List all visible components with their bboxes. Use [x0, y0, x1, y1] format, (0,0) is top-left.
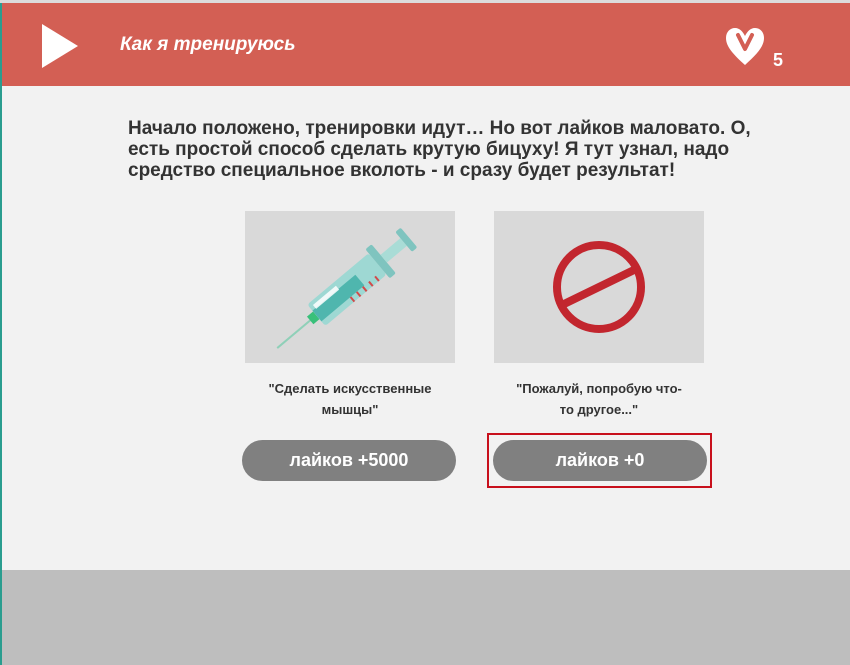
choice-card-right: "Пожалуй, попробую что-то другое...": [494, 211, 704, 420]
game-header: Как я тренируюсь 5: [2, 3, 850, 86]
heart-icon: [726, 28, 764, 65]
syringe-icon: [276, 228, 417, 349]
game-title: Как я тренируюсь: [120, 34, 296, 55]
prohibited-sign-image: [494, 211, 704, 363]
footer-bar: [2, 570, 850, 665]
prohibited-icon: [553, 241, 645, 333]
selection-highlight: [487, 433, 712, 488]
story-text: Начало положено, тренировки идут… Но вот…: [128, 118, 751, 181]
choice-card-left: "Сделать искусственные мышцы": [245, 211, 455, 420]
play-icon: [42, 24, 78, 68]
likes-counter: 5: [724, 27, 794, 71]
likes-count: 5: [773, 50, 784, 70]
play-button[interactable]: [42, 24, 78, 68]
syringe-image: [245, 211, 455, 363]
frame-left-edge: [0, 0, 2, 665]
choice-caption-left: "Сделать искусственные мышцы": [268, 381, 432, 417]
choice-button-likes-5000[interactable]: лайков +5000: [242, 440, 456, 481]
choice-caption-right: "Пожалуй, попробую что-то другое...": [516, 381, 682, 417]
